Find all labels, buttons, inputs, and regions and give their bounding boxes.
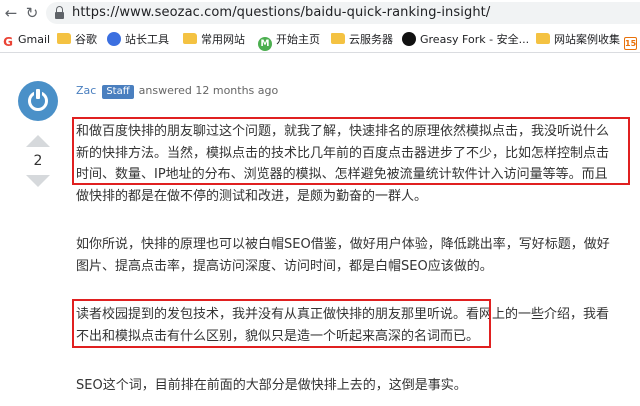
answer-content: Zac Staff answered 12 months ago 2 和做百度快排的…: [0, 53, 640, 406]
vote-down-icon[interactable]: [26, 175, 50, 187]
url-bar[interactable]: https://www.seozac.com/questions/baidu-q…: [46, 2, 640, 24]
lock-icon: [55, 6, 64, 19]
bookmark-cloud-servers[interactable]: 云服务器: [331, 32, 393, 48]
paragraph-line: 新的快排方法。当然，模拟点击的技术比几年前的百度点击器进步了不少，比如怎样控制点…: [76, 145, 610, 161]
gmail-icon: G: [3, 35, 13, 49]
bookmark-gmail[interactable]: G Gmail: [2, 32, 50, 49]
bookmark-greasy-fork[interactable]: Greasy Fork - 安全...: [402, 32, 529, 48]
paragraph-line: 时间、数量、IP地址的分布、浏览器的模拟、怎样避免被流量统计软件计入访问量等等。…: [76, 167, 608, 182]
folder-icon: [57, 33, 71, 44]
url-text[interactable]: https://www.seozac.com/questions/baidu-q…: [72, 5, 490, 20]
address-bar-area: ← ↻ https://www.seozac.com/questions/bai…: [0, 0, 640, 26]
bookmarks-bar: G Gmail 谷歌 站长工具 常用网站 M 开始主页 云服务器 Greasy Fo…: [0, 27, 640, 53]
paragraph-line: 如你所说，快排的原理也可以被白帽SEO借鉴，做好用户体验，降低跳出率，写好标题，…: [76, 237, 610, 252]
folder-icon: [331, 33, 345, 44]
vote-up-icon[interactable]: [26, 135, 50, 147]
paragraph-line: SEO这个词，目前排在前面的大部分是做快排上去的，这倒是事实。: [76, 378, 467, 393]
answer-paragraph-1: 和做百度快排的朋友聊过这个问题，就我了解，快速排名的原理依然模拟点击，我没听说什…: [76, 121, 636, 207]
answer-meta: Zac Staff answered 12 months ago: [76, 83, 278, 99]
paragraph-line: 读者校园提到的发包技术，我并没有从真正做快排的朋友那里听说。看网上的一些介绍，我…: [76, 307, 610, 322]
answer-paragraph-2: 如你所说，快排的原理也可以被白帽SEO借鉴，做好用户体验，降低跳出率，写好标题，…: [76, 234, 636, 277]
bookmark-common-sites[interactable]: 常用网站: [183, 32, 245, 48]
bookmark-overflow[interactable]: 15: [624, 32, 640, 50]
answer-paragraph-4: SEO这个词，目前排在前面的大部分是做快排上去的，这倒是事实。: [76, 375, 636, 397]
back-arrow-icon[interactable]: ←: [1, 3, 21, 23]
m-icon: M: [258, 37, 272, 51]
paragraph-line: 和做百度快排的朋友聊过这个问题，就我了解，快速排名的原理依然模拟点击，我没听说什…: [76, 124, 610, 139]
overflow-bookmark-icon: 15: [624, 37, 637, 50]
staff-badge: Staff: [102, 85, 134, 99]
vote-count: 2: [33, 153, 43, 169]
answered-time: answered 12 months ago: [138, 84, 279, 97]
bookmark-site-cases[interactable]: 网站案例收集: [536, 32, 620, 48]
monkey-icon: [402, 32, 416, 46]
refresh-icon[interactable]: ↻: [22, 3, 42, 23]
folder-icon: [536, 33, 550, 44]
answer-paragraph-3: 读者校园提到的发包技术，我并没有从真正做快排的朋友那里听说。看网上的一些介绍，我…: [76, 304, 636, 347]
paragraph-line: 不出和模拟点击有什么区别，貌似只是造一个听起来高深的名词而已。: [76, 328, 480, 344]
bookmark-webmaster-tools[interactable]: 站长工具: [107, 32, 169, 48]
paragraph-line: 图片、提高点击率，提高访问深度、访问时间，都是白帽SEO应该做的。: [76, 258, 493, 274]
avatar[interactable]: [18, 81, 58, 121]
folder-icon: [183, 33, 197, 44]
author-link[interactable]: Zac: [76, 84, 96, 97]
paragraph-line: 做快排的都是在做不停的测试和改进，是颇为勤奋的一群人。: [76, 188, 428, 204]
bookmark-google-folder[interactable]: 谷歌: [57, 32, 97, 48]
bookmark-start-page[interactable]: M 开始主页: [258, 32, 320, 51]
baidu-icon: [107, 32, 121, 46]
